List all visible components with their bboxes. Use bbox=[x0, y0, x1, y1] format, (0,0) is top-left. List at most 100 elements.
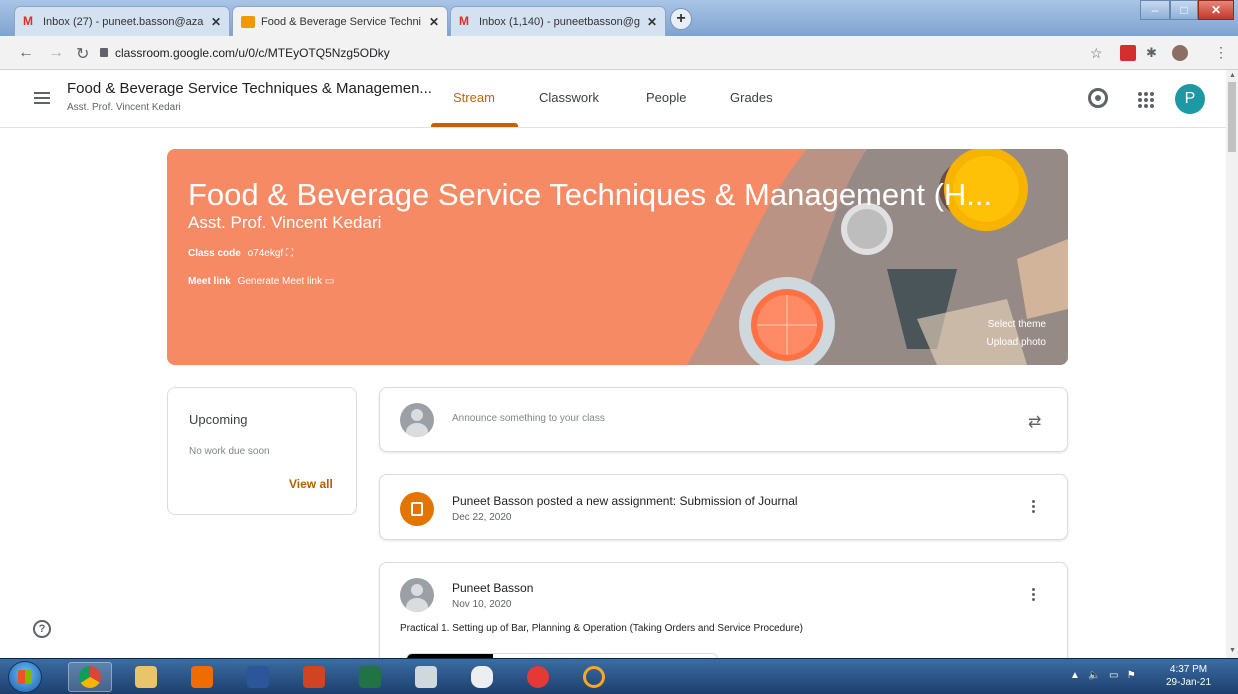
new-tab-button[interactable]: + bbox=[670, 8, 692, 30]
taskbar-powerpoint[interactable] bbox=[292, 662, 336, 692]
stream-post-announcement: Puneet Basson Nov 10, 2020 Practical 1. … bbox=[379, 562, 1068, 673]
upcoming-heading: Upcoming bbox=[189, 412, 248, 427]
browser-menu-icon[interactable]: ⋮ bbox=[1214, 44, 1228, 61]
reload-icon[interactable]: ↻ bbox=[76, 44, 89, 64]
class-code: o74ekgf bbox=[247, 248, 284, 259]
word-icon bbox=[247, 666, 269, 688]
taskbar-internet-explorer[interactable] bbox=[572, 662, 616, 692]
generate-meet-link[interactable]: Generate Meet link bbox=[238, 276, 323, 287]
system-tray[interactable]: ▲ 🔈 ▭ ⚑ bbox=[1070, 670, 1136, 681]
browser-tab-inbox-work[interactable]: Inbox (27) - puneet.basson@aza ✕ bbox=[14, 6, 230, 36]
author-avatar bbox=[400, 578, 434, 612]
post-date: Nov 10, 2020 bbox=[452, 599, 512, 610]
taskbar-paint[interactable] bbox=[516, 662, 560, 692]
main-menu-icon[interactable] bbox=[34, 92, 50, 107]
windows-taskbar: ▲ 🔈 ▭ ⚑ 4:37 PM 29-Jan-21 bbox=[0, 658, 1238, 694]
reuse-post-icon[interactable]: ⇄ bbox=[1028, 412, 1041, 432]
media-player-icon bbox=[191, 666, 213, 688]
video-camera-icon[interactable]: ▭ bbox=[325, 276, 334, 287]
gmail-icon bbox=[459, 14, 473, 28]
tab-people[interactable]: People bbox=[646, 90, 686, 105]
pdf-extension-icon[interactable] bbox=[1120, 45, 1136, 61]
post-title[interactable]: Puneet Basson posted a new assignment: S… bbox=[452, 494, 798, 508]
taskbar-eraser-app[interactable] bbox=[460, 662, 504, 692]
account-avatar[interactable]: P bbox=[1175, 84, 1205, 114]
tab-stream[interactable]: Stream bbox=[453, 90, 495, 105]
start-button[interactable] bbox=[8, 661, 42, 693]
tab-classwork[interactable]: Classwork bbox=[539, 90, 599, 105]
bookmark-star-icon[interactable]: ☆ bbox=[1090, 45, 1103, 62]
post-body: Practical 1. Setting up of Bar, Planning… bbox=[400, 623, 803, 634]
scroll-down-icon[interactable]: ▼ bbox=[1229, 647, 1236, 654]
select-theme-link[interactable]: Select theme bbox=[988, 319, 1046, 330]
meet-link-row: Meet link Generate Meet link ▭ bbox=[188, 276, 334, 287]
maximize-button[interactable]: □ bbox=[1170, 0, 1198, 20]
classroom-header: Food & Beverage Service Techniques & Man… bbox=[0, 70, 1226, 128]
forward-arrow-icon[interactable]: → bbox=[48, 44, 64, 62]
announce-card[interactable]: Announce something to your class ⇄ bbox=[379, 387, 1068, 452]
meet-link-label: Meet link bbox=[188, 276, 231, 287]
classroom-icon bbox=[241, 15, 255, 28]
assignment-icon bbox=[400, 492, 434, 526]
paint-splash-icon bbox=[527, 666, 549, 688]
user-avatar bbox=[400, 403, 434, 437]
internet-explorer-icon bbox=[583, 666, 605, 688]
upcoming-status: No work due soon bbox=[189, 446, 270, 457]
excel-icon bbox=[359, 666, 381, 688]
close-tab-icon[interactable]: ✕ bbox=[211, 15, 221, 29]
browser-tab-classroom[interactable]: Food & Beverage Service Techni ✕ bbox=[232, 6, 448, 36]
settings-gear-icon[interactable] bbox=[1088, 88, 1108, 108]
banner-teacher: Asst. Prof. Vincent Kedari bbox=[188, 213, 382, 232]
class-banner: Food & Beverage Service Techniques & Man… bbox=[167, 149, 1068, 365]
class-code-row: Class code o74ekgf ⛶ bbox=[188, 248, 293, 259]
close-tab-icon[interactable]: ✕ bbox=[647, 15, 657, 29]
scroll-up-icon[interactable]: ▲ bbox=[1229, 72, 1236, 79]
tab-title: Inbox (1,140) - puneetbasson@g bbox=[479, 15, 640, 28]
browser-tab-inbox-personal[interactable]: Inbox (1,140) - puneetbasson@g ✕ bbox=[450, 6, 666, 36]
scroll-thumb[interactable] bbox=[1228, 82, 1236, 152]
powerpoint-icon bbox=[303, 666, 325, 688]
taskbar-word[interactable] bbox=[236, 662, 280, 692]
clock-time: 4:37 PM bbox=[1169, 664, 1208, 675]
gmail-icon bbox=[23, 14, 37, 28]
taskbar-excel[interactable] bbox=[348, 662, 392, 692]
browser-tabstrip: Inbox (27) - puneet.basson@aza ✕ Food & … bbox=[0, 0, 1238, 36]
taskbar-media[interactable] bbox=[180, 662, 224, 692]
class-code-label: Class code bbox=[188, 248, 241, 259]
eraser-icon bbox=[471, 666, 493, 688]
taskbar-chrome[interactable] bbox=[68, 662, 112, 692]
upcoming-card: Upcoming No work due soon View all bbox=[167, 387, 357, 515]
post-author: Puneet Basson bbox=[452, 581, 534, 595]
upload-photo-link[interactable]: Upload photo bbox=[987, 337, 1047, 348]
tab-grades[interactable]: Grades bbox=[730, 90, 773, 105]
minimize-button[interactable]: – bbox=[1140, 0, 1170, 20]
active-tab-indicator bbox=[431, 123, 518, 127]
profile-avatar-icon[interactable] bbox=[1172, 45, 1188, 61]
close-tab-icon[interactable]: ✕ bbox=[429, 15, 439, 29]
page-scrollbar[interactable]: ▲ ▼ bbox=[1226, 70, 1238, 658]
tab-title: Inbox (27) - puneet.basson@aza bbox=[43, 15, 204, 28]
tab-title: Food & Beverage Service Techni bbox=[261, 15, 421, 28]
taskbar-notepad[interactable] bbox=[404, 662, 448, 692]
help-icon[interactable]: ? bbox=[33, 620, 51, 638]
back-arrow-icon[interactable]: ← bbox=[18, 44, 34, 62]
class-name[interactable]: Food & Beverage Service Techniques & Man… bbox=[67, 80, 432, 97]
post-date: Dec 22, 2020 bbox=[452, 512, 512, 523]
more-options-icon[interactable] bbox=[1032, 500, 1036, 515]
chrome-icon bbox=[79, 666, 101, 688]
close-window-button[interactable]: ✕ bbox=[1198, 0, 1234, 20]
stream-post-assignment[interactable]: Puneet Basson posted a new assignment: S… bbox=[379, 474, 1068, 540]
expand-code-icon[interactable]: ⛶ bbox=[286, 248, 293, 259]
lock-icon bbox=[100, 48, 108, 57]
clock-date: 29-Jan-21 bbox=[1166, 677, 1212, 688]
url-field[interactable]: classroom.google.com/u/0/c/MTEyOTQ5Nzg5O… bbox=[115, 46, 390, 60]
view-all-link[interactable]: View all bbox=[289, 477, 333, 491]
google-apps-icon[interactable] bbox=[1138, 92, 1154, 108]
announce-input[interactable]: Announce something to your class bbox=[452, 413, 605, 424]
system-clock[interactable]: 4:37 PM 29-Jan-21 bbox=[1166, 663, 1211, 689]
banner-title: Food & Beverage Service Techniques & Man… bbox=[188, 177, 993, 212]
taskbar-explorer[interactable] bbox=[124, 662, 168, 692]
extensions-puzzle-icon[interactable]: ✱ bbox=[1146, 45, 1157, 61]
folder-icon bbox=[135, 666, 157, 688]
more-options-icon[interactable] bbox=[1032, 588, 1036, 603]
